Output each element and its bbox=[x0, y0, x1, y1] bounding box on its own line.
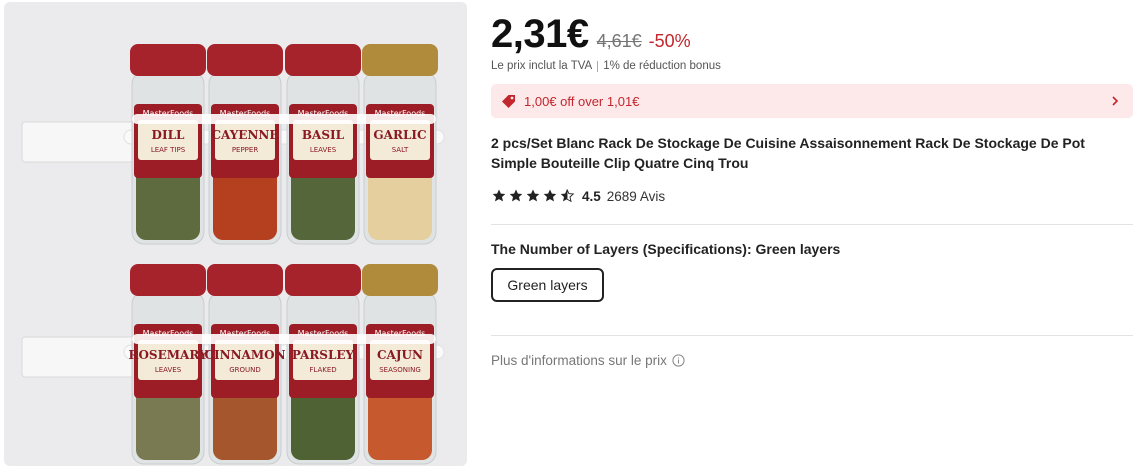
jar-cap bbox=[130, 44, 206, 76]
star-icon bbox=[542, 188, 558, 204]
jar-cap bbox=[285, 264, 361, 296]
tax-included-text: Le prix inclut la TVA bbox=[491, 60, 593, 72]
tax-info: Le prix inclut la TVA 1% de réduction bo… bbox=[491, 60, 721, 72]
half-star-icon bbox=[559, 188, 575, 204]
star-icon bbox=[508, 188, 524, 204]
price-row: 2,31€ 4,61€ -50% bbox=[491, 12, 691, 57]
jar-cap bbox=[362, 44, 438, 76]
jar-label-name: PARSLEY bbox=[292, 348, 355, 362]
jar-label-name: BASIL bbox=[302, 128, 345, 142]
jar-label-sub: SEASONING bbox=[379, 366, 421, 374]
jar-label-name: CAYENNE bbox=[211, 128, 278, 142]
coupon-banner[interactable]: 1,00€ off over 1,01€ bbox=[491, 84, 1133, 118]
divider bbox=[597, 60, 599, 72]
divider bbox=[491, 224, 1133, 225]
jar-label-name: CAJUN bbox=[377, 348, 423, 362]
review-count-link[interactable]: 2689 Avis bbox=[607, 189, 665, 204]
spice-jar: MasterFoodsDILLLEAF TIPS bbox=[130, 44, 206, 245]
spec-label: The Number of Layers (Specifications): G… bbox=[491, 241, 841, 257]
jar-cap bbox=[362, 264, 438, 296]
spice-jar: MasterFoodsBASILLEAVES bbox=[285, 44, 361, 245]
spice-jar: MasterFoodsROSEMARYLEAVES bbox=[128, 264, 208, 465]
coupon-text: 1,00€ off over 1,01€ bbox=[524, 93, 640, 109]
jar-cap bbox=[285, 44, 361, 76]
jar-label-sub: LEAF TIPS bbox=[151, 146, 186, 154]
current-price: 2,31€ bbox=[491, 12, 589, 56]
jar-label-name: ROSEMARY bbox=[128, 348, 207, 362]
product-info-panel: 2,31€ 4,61€ -50% Le prix inclut la TVA 1… bbox=[491, 0, 1133, 467]
more-info-text: Plus d'informations sur le prix bbox=[491, 353, 667, 368]
jar-cap bbox=[130, 264, 206, 296]
spice-jar: MasterFoodsCINNAMONGROUND bbox=[204, 264, 286, 465]
jar-cap bbox=[207, 44, 283, 76]
jar-label-sub: LEAVES bbox=[310, 146, 337, 154]
jar-label-sub: PEPPER bbox=[232, 146, 259, 154]
info-icon bbox=[672, 354, 685, 367]
rack-clip bbox=[132, 114, 436, 124]
spice-rack-photo: MasterFoodsDILLLEAF TIPSMasterFoodsCAYEN… bbox=[4, 2, 467, 466]
spec-option-green-layers[interactable]: Green layers bbox=[491, 268, 604, 302]
jar-label-sub: SALT bbox=[392, 146, 409, 154]
divider bbox=[491, 335, 1133, 336]
bonus-text: 1% de réduction bonus bbox=[603, 60, 721, 72]
star-icon bbox=[525, 188, 541, 204]
jar-cap bbox=[207, 264, 283, 296]
chevron-right-icon bbox=[1109, 95, 1121, 107]
rating-value: 4.5 bbox=[582, 188, 601, 204]
rack-clip bbox=[132, 334, 436, 344]
star-rating bbox=[491, 188, 575, 204]
discount-badge: -50% bbox=[648, 31, 691, 51]
jar-label-sub: GROUND bbox=[229, 366, 261, 374]
original-price: 4,61€ bbox=[596, 31, 642, 51]
tag-icon bbox=[500, 92, 518, 110]
jar-label-sub: LEAVES bbox=[155, 366, 182, 374]
rating-row[interactable]: 4.5 2689 Avis bbox=[491, 188, 665, 204]
star-icon bbox=[491, 188, 507, 204]
spice-jar: MasterFoodsPARSLEYFLAKED bbox=[285, 264, 361, 465]
spice-jar: MasterFoodsCAYENNEPEPPER bbox=[207, 44, 283, 245]
more-price-info-link[interactable]: Plus d'informations sur le prix bbox=[491, 353, 685, 368]
jar-label-name: GARLIC bbox=[373, 128, 426, 142]
jar-label-name: CINNAMON bbox=[204, 348, 285, 362]
spice-jar: MasterFoodsCAJUNSEASONING bbox=[362, 264, 438, 465]
jar-label-name: DILL bbox=[152, 128, 185, 142]
product-title: 2 pcs/Set Blanc Rack De Stockage De Cuis… bbox=[491, 135, 1085, 171]
product-image[interactable]: MasterFoods DILL LEAF TIPS MasterFoods CAYEN… bbox=[4, 2, 467, 466]
jar-label-sub: FLAKED bbox=[309, 366, 336, 374]
spice-jar: MasterFoodsGARLICSALT bbox=[362, 44, 438, 245]
